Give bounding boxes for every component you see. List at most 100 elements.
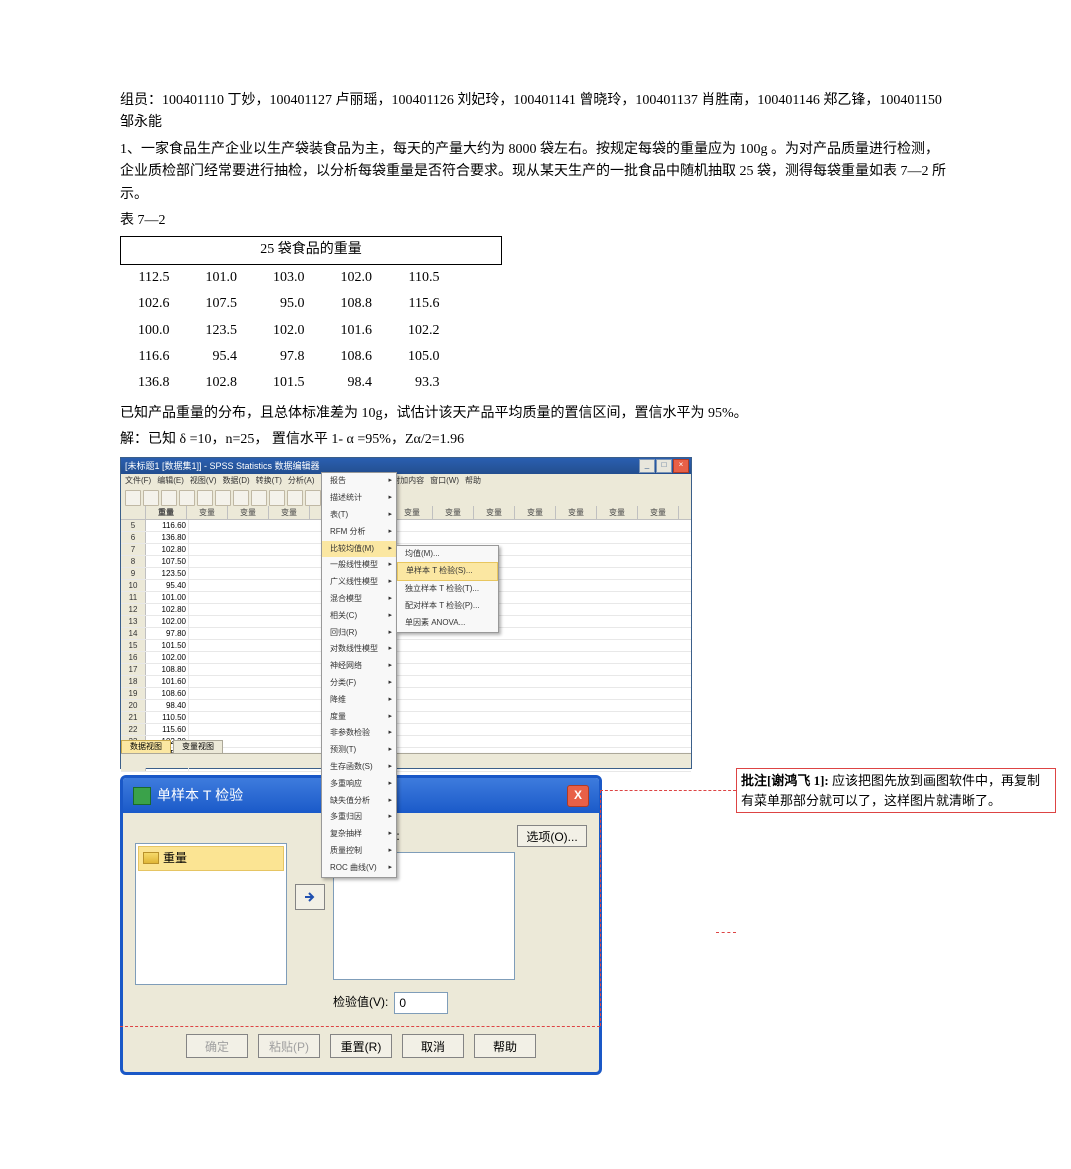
dropdown-item[interactable]: 多重归因 [322,809,396,826]
dropdown-item[interactable]: 降维 [322,692,396,709]
spss-toolbar[interactable] [121,490,691,507]
column-header[interactable]: 变量 [597,506,638,519]
row-header[interactable]: 19 [121,688,146,699]
toolbar-icon[interactable] [143,490,159,506]
cancel-button[interactable]: 取消 [402,1034,464,1058]
toolbar-icon[interactable] [179,490,195,506]
data-cell[interactable]: 98.40 [146,700,189,711]
minimize-icon[interactable]: _ [639,459,655,473]
data-cell[interactable]: 115.60 [146,724,189,735]
toolbar-icon[interactable] [197,490,213,506]
row-header[interactable]: 15 [121,640,146,651]
column-header-var[interactable]: 重量 [146,506,187,519]
menu-item[interactable]: 编辑(E) [157,475,184,489]
toolbar-icon[interactable] [251,490,267,506]
dropdown-item[interactable]: 复杂抽样 [322,826,396,843]
row-header[interactable]: 18 [121,676,146,687]
data-cell[interactable]: 95.40 [146,580,189,591]
row-header[interactable]: 10 [121,580,146,591]
testval-input[interactable] [394,992,448,1014]
menu-item[interactable]: 转换(T) [256,475,282,489]
dropdown-item[interactable]: 比较均值(M)均值(M)...单样本 T 检验(S)...独立样本 T 检验(T… [322,541,396,558]
row-header[interactable]: 11 [121,592,146,603]
toolbar-icon[interactable] [125,490,141,506]
toolbar-icon[interactable] [305,490,321,506]
dropdown-item[interactable]: 一般线性模型 [322,557,396,574]
submenu-item[interactable]: 配对样本 T 检验(P)... [397,598,498,615]
data-cell[interactable]: 123.50 [146,568,189,579]
dropdown-item[interactable]: 对数线性模型 [322,641,396,658]
dropdown-item[interactable]: 预测(T) [322,742,396,759]
menu-item[interactable]: 分析(A) [288,475,315,489]
column-header[interactable]: 变量 [187,506,228,519]
column-header[interactable]: 变量 [228,506,269,519]
dropdown-item[interactable]: 质量控制 [322,843,396,860]
dropdown-item[interactable]: 回归(R) [322,625,396,642]
submenu-item[interactable]: 单因素 ANOVA... [397,615,498,632]
data-cell[interactable]: 108.80 [146,664,189,675]
toolbar-icon[interactable] [287,490,303,506]
submenu-item[interactable]: 单样本 T 检验(S)... [397,562,498,581]
dropdown-item[interactable]: 相关(C) [322,608,396,625]
dropdown-item[interactable]: 生存函数(S) [322,759,396,776]
tab-data-view[interactable]: 数据视图 [121,740,171,754]
menu-item[interactable]: 窗口(W) [430,475,459,489]
maximize-icon[interactable]: □ [656,459,672,473]
row-header[interactable]: 5 [121,520,146,531]
data-cell[interactable]: 102.00 [146,616,189,627]
row-header[interactable]: 7 [121,544,146,555]
menu-item[interactable]: 数据(D) [223,475,250,489]
close-icon[interactable]: X [567,785,589,807]
column-header[interactable]: 变量 [392,506,433,519]
column-header[interactable]: 变量 [515,506,556,519]
row-header[interactable]: 21 [121,712,146,723]
data-cell[interactable]: 110.50 [146,712,189,723]
paste-button[interactable]: 粘贴(P) [258,1034,320,1058]
data-cell[interactable]: 101.00 [146,592,189,603]
data-cell[interactable]: 102.80 [146,604,189,615]
help-button[interactable]: 帮助 [474,1034,536,1058]
dropdown-item[interactable]: 描述统计 [322,490,396,507]
row-header[interactable]: 13 [121,616,146,627]
dropdown-item[interactable]: 多重响应 [322,776,396,793]
spss-menubar[interactable]: 文件(F)编辑(E)视图(V)数据(D)转换(T)分析(A)图形(G)实用程序附… [121,474,691,490]
toolbar-icon[interactable] [233,490,249,506]
row-header[interactable]: 16 [121,652,146,663]
data-cell[interactable]: 116.60 [146,520,189,531]
row-header[interactable]: 8 [121,556,146,567]
toolbar-icon[interactable] [215,490,231,506]
column-header[interactable]: 变量 [474,506,515,519]
list-item[interactable]: 重量 [138,846,284,871]
row-header[interactable]: 9 [121,568,146,579]
row-header[interactable]: 12 [121,604,146,615]
menu-item[interactable]: 帮助 [465,475,481,489]
dropdown-item[interactable]: 表(T) [322,507,396,524]
tab-variable-view[interactable]: 变量视图 [173,740,223,754]
ok-button[interactable]: 确定 [186,1034,248,1058]
data-cell[interactable]: 107.50 [146,556,189,567]
row-header[interactable]: 6 [121,532,146,543]
data-cell[interactable]: 108.60 [146,688,189,699]
close-icon[interactable]: × [673,459,689,473]
data-cell[interactable]: 102.80 [146,544,189,555]
submenu-item[interactable]: 独立样本 T 检验(T)... [397,581,498,598]
analyze-menu-dropdown[interactable]: 报告描述统计表(T)RFM 分析比较均值(M)均值(M)...单样本 T 检验(… [321,472,397,877]
data-cell[interactable]: 97.80 [146,628,189,639]
dropdown-item[interactable]: 报告 [322,473,396,490]
variables-listbox[interactable]: 重量 [135,843,287,985]
row-header[interactable]: 22 [121,724,146,735]
menu-item[interactable]: 视图(V) [190,475,217,489]
row-header[interactable]: 14 [121,628,146,639]
data-cell[interactable]: 101.50 [146,640,189,651]
row-header[interactable]: 17 [121,664,146,675]
dropdown-item[interactable]: 非参数检验 [322,725,396,742]
menu-item[interactable]: 文件(F) [125,475,151,489]
dropdown-item[interactable]: 神经网络 [322,658,396,675]
dropdown-item[interactable]: 分类(F) [322,675,396,692]
data-cell[interactable]: 101.60 [146,676,189,687]
options-button[interactable]: 选项(O)... [517,825,587,847]
dropdown-item[interactable]: ROC 曲线(V) [322,860,396,877]
dropdown-item[interactable]: 度量 [322,709,396,726]
dropdown-item[interactable]: RFM 分析 [322,524,396,541]
dropdown-item[interactable]: 广义线性模型 [322,574,396,591]
